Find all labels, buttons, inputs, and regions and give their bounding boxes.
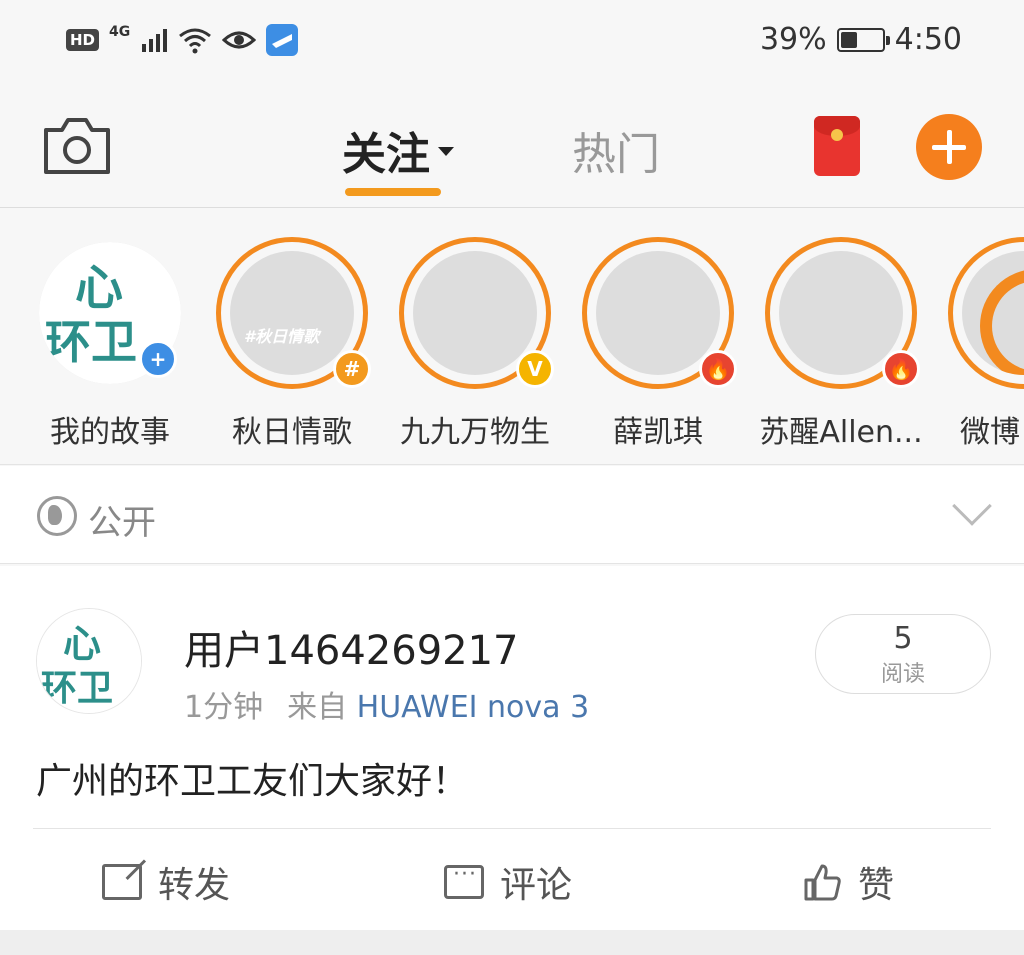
story-ring: 🔥 — [765, 237, 920, 389]
stories-row: 心 环卫 + 我的故事 #秋日情歌 # 秋日情歌 V 九九万物生 🔥 薛凯琪 🔥… — [0, 209, 1024, 465]
top-nav-bar: 关注 热门 — [0, 88, 1024, 208]
tab-follow[interactable]: 关注 — [342, 118, 454, 182]
visibility-selector[interactable]: 公开 — [0, 466, 1024, 564]
forward-label: 转发 — [158, 865, 231, 906]
avatar — [962, 251, 1024, 375]
add-story-plus-icon[interactable]: + — [139, 340, 177, 378]
feed-separator — [0, 930, 1024, 955]
status-bar: HD 4G 39% 4:50 — [0, 0, 1024, 88]
post-from-label: 来自 — [287, 690, 348, 725]
comment-icon — [444, 862, 484, 899]
forward-icon — [102, 864, 142, 900]
divider — [33, 828, 991, 829]
post-time: 1分钟 — [184, 690, 264, 725]
story-item-autumn-song[interactable]: #秋日情歌 # 秋日情歌 — [194, 237, 384, 457]
wifi-icon — [179, 28, 212, 54]
post-username[interactable]: 用户1464269217 — [184, 618, 519, 676]
network-type: 4G — [109, 24, 131, 40]
read-count-badge[interactable]: 5 阅读 — [815, 614, 991, 694]
verified-icon: V — [516, 350, 554, 388]
visibility-label: 公开 — [88, 503, 156, 543]
app-notification-icon — [266, 24, 299, 56]
battery-percent: 39% — [759, 22, 827, 57]
story-ring: V — [399, 237, 554, 389]
post-avatar[interactable]: 心 环卫 — [36, 608, 142, 714]
post-source[interactable]: HUAWEI nova 3 — [357, 690, 590, 725]
chevron-down-icon[interactable] — [952, 486, 992, 526]
forward-button[interactable]: 转发 — [102, 856, 230, 908]
story-label: 我的故事 — [50, 415, 170, 450]
avatar — [413, 251, 537, 375]
story-item-jiujiu[interactable]: V 九九万物生 — [377, 237, 567, 457]
fire-icon: 🔥 — [882, 350, 920, 388]
read-count-number: 5 — [893, 621, 913, 656]
read-count-label: 阅读 — [880, 662, 925, 687]
tab-hot-label: 热门 — [572, 129, 660, 180]
clock: 4:50 — [894, 22, 962, 57]
post-source-wrap: 来自 HUAWEI nova 3 — [287, 682, 589, 726]
post-meta: 1分钟 来自 HUAWEI nova 3 — [184, 682, 589, 726]
like-button[interactable]: 赞 — [802, 856, 894, 908]
camera-icon[interactable] — [42, 114, 112, 176]
tab-hot[interactable]: 热门 — [572, 118, 660, 182]
story-ring — [948, 237, 1024, 389]
active-tab-indicator — [345, 188, 441, 196]
post-text: 广州的环卫工友们大家好！ — [36, 761, 469, 802]
caret-down-icon — [438, 146, 454, 156]
battery-icon — [836, 27, 890, 52]
story-label: 九九万物生 — [400, 415, 550, 450]
comment-label: 评论 — [500, 865, 573, 906]
story-item-my-story[interactable]: 心 环卫 + 我的故事 — [12, 237, 202, 457]
story-ring: 🔥 — [582, 237, 737, 389]
battery-fill — [840, 31, 857, 48]
plus-icon[interactable] — [916, 114, 982, 180]
status-icons-left: HD 4G — [66, 24, 299, 56]
red-packet-icon[interactable] — [814, 116, 860, 176]
story-label: 秋日情歌 — [232, 415, 352, 450]
hd-indicator: HD — [66, 29, 100, 51]
signal-icon — [142, 29, 168, 52]
avatar: #秋日情歌 — [230, 251, 354, 375]
post-card: 心 环卫 用户1464269217 1分钟 来自 HUAWEI nova 3 5… — [0, 566, 1024, 930]
globe-icon — [37, 496, 77, 536]
story-item-xue[interactable]: 🔥 薛凯琪 — [560, 237, 750, 457]
story-label: 薛凯琪 — [613, 415, 703, 450]
tab-follow-label: 关注 — [342, 129, 430, 180]
comment-button[interactable]: 评论 — [444, 856, 572, 908]
sanitation-logo: 心 环卫 — [37, 609, 141, 713]
story-ring: #秋日情歌 # — [216, 237, 371, 389]
thumbs-up-icon — [804, 864, 841, 901]
fire-icon: 🔥 — [699, 350, 737, 388]
story-label: 苏醒Allen... — [759, 415, 923, 450]
eye-icon — [222, 31, 257, 49]
story-item-allen[interactable]: 🔥 苏醒Allen... — [743, 237, 933, 457]
story-item-weibo[interactable]: 微博 — [926, 237, 1024, 457]
story-caption: #秋日情歌 — [244, 327, 320, 346]
story-label: 微博 — [960, 415, 1020, 450]
avatar — [596, 251, 720, 375]
avatar — [779, 251, 903, 375]
status-icons-right: 39% 4:50 — [760, 22, 962, 57]
story-ring: 心 环卫 + — [34, 237, 186, 389]
like-label: 赞 — [858, 865, 895, 906]
hashtag-icon: # — [333, 350, 371, 388]
